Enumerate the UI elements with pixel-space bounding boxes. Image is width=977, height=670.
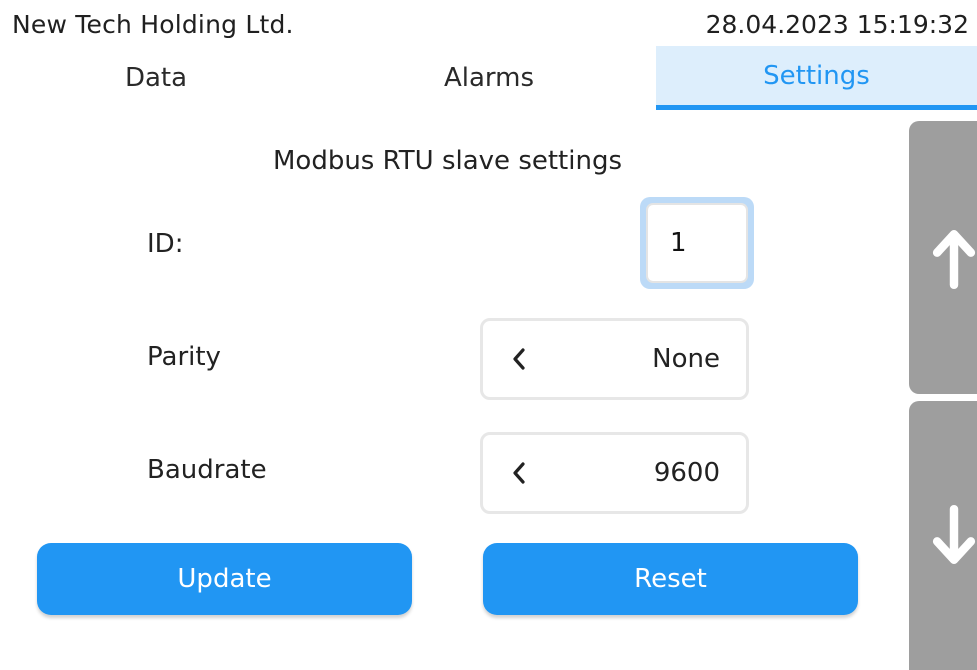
parity-label: Parity [147, 342, 221, 372]
reset-button[interactable]: Reset [483, 543, 858, 615]
datetime-display: 28.04.2023 15:19:32 [705, 10, 969, 39]
update-button[interactable]: Update [37, 543, 412, 615]
scroll-up-button[interactable] [909, 121, 977, 394]
id-input[interactable] [646, 203, 748, 283]
id-input-focus-ring [640, 197, 754, 289]
tab-settings[interactable]: Settings [656, 46, 977, 110]
parity-value: None [652, 344, 720, 374]
chevron-left-icon[interactable] [501, 348, 537, 370]
company-name: New Tech Holding Ltd. [12, 10, 294, 39]
tab-alarms[interactable]: Alarms [328, 46, 650, 110]
baudrate-selector[interactable]: 9600 [480, 432, 749, 514]
tab-data[interactable]: Data [0, 46, 312, 110]
arrow-up-icon [932, 229, 976, 289]
baudrate-label: Baudrate [147, 455, 267, 485]
parity-selector[interactable]: None [480, 318, 749, 400]
scroll-down-button[interactable] [909, 401, 977, 670]
section-title: Modbus RTU slave settings [272, 146, 623, 176]
baudrate-value: 9600 [653, 458, 720, 488]
id-label: ID: [147, 229, 184, 259]
chevron-left-icon[interactable] [501, 462, 537, 484]
arrow-down-icon [932, 504, 976, 564]
